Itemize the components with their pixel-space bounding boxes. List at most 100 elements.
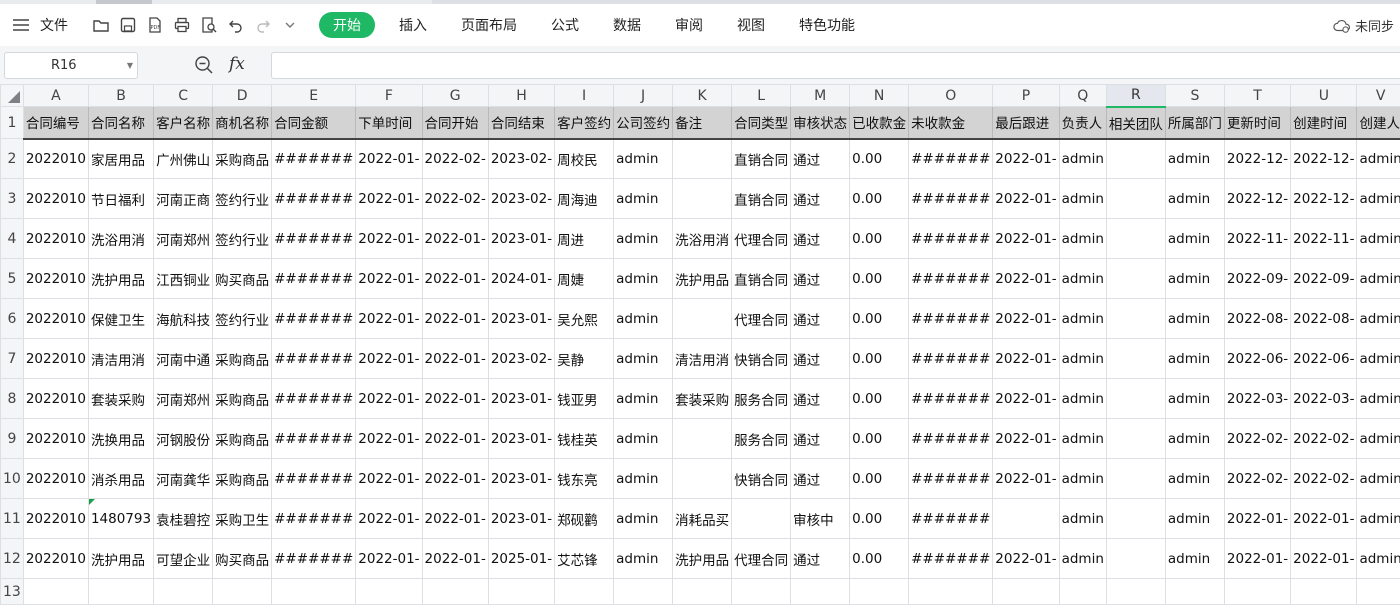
data-cell[interactable]: admin bbox=[613, 178, 674, 219]
data-cell[interactable]: 2022-03- bbox=[1290, 378, 1358, 419]
data-cell[interactable]: admin bbox=[1164, 338, 1225, 379]
data-cell[interactable]: 2022-01- bbox=[355, 138, 423, 179]
data-cell[interactable]: 艾芯锋 bbox=[554, 538, 615, 579]
tab-insert[interactable]: 插入 bbox=[399, 12, 427, 38]
data-cell[interactable]: 2022-01- bbox=[1223, 538, 1292, 579]
data-cell[interactable]: ####### bbox=[271, 138, 357, 179]
column-header-a[interactable]: A bbox=[22, 84, 89, 107]
data-cell[interactable]: admin bbox=[1356, 298, 1400, 339]
data-cell[interactable]: admin bbox=[613, 218, 674, 259]
row-header[interactable]: 13 bbox=[0, 578, 24, 605]
open-folder-icon[interactable] bbox=[90, 14, 112, 36]
column-header-p[interactable]: P bbox=[992, 84, 1060, 107]
print-preview-icon[interactable] bbox=[198, 14, 220, 36]
data-cell[interactable]: 通过 bbox=[790, 418, 851, 459]
data-cell[interactable]: admin bbox=[1356, 178, 1400, 219]
data-cell[interactable]: 周进 bbox=[554, 218, 615, 259]
header-cell[interactable]: 合同开始 bbox=[421, 106, 489, 140]
data-cell[interactable]: 2022-01- bbox=[355, 378, 423, 419]
data-cell[interactable]: 钱桂英 bbox=[554, 418, 615, 459]
data-cell[interactable]: 2022-01- bbox=[421, 538, 489, 579]
data-cell[interactable]: 2022010 bbox=[22, 458, 89, 499]
undo-icon[interactable] bbox=[225, 14, 247, 36]
data-cell[interactable]: 2022-01- bbox=[421, 218, 489, 259]
data-cell[interactable]: 快销合同 bbox=[731, 338, 792, 379]
header-cell[interactable]: 合同结束 bbox=[487, 106, 556, 140]
header-cell[interactable]: 下单时间 bbox=[355, 106, 423, 140]
row-header[interactable]: 3 bbox=[0, 178, 24, 219]
data-cell[interactable]: 2022-01- bbox=[992, 538, 1060, 579]
data-cell[interactable]: admin bbox=[1356, 538, 1400, 579]
data-cell[interactable]: 清洁用消 bbox=[87, 338, 155, 379]
data-cell[interactable]: 2022-01- bbox=[992, 178, 1060, 219]
hamburger-menu-icon[interactable] bbox=[10, 14, 32, 36]
data-cell[interactable]: 节日福利 bbox=[87, 178, 155, 219]
data-cell[interactable]: 2022010 bbox=[22, 378, 89, 419]
data-cell[interactable]: admin bbox=[613, 458, 674, 499]
data-cell[interactable]: 0.00 bbox=[849, 178, 910, 219]
header-cell[interactable]: 备注 bbox=[672, 106, 733, 140]
column-header-f[interactable]: F bbox=[355, 84, 423, 107]
data-cell[interactable]: 清洁用消 bbox=[672, 338, 733, 379]
data-cell[interactable]: 2023-01- bbox=[487, 458, 556, 499]
row-header[interactable]: 6 bbox=[0, 298, 24, 339]
data-cell[interactable]: 2022-02- bbox=[421, 178, 489, 219]
row-header[interactable]: 4 bbox=[0, 218, 24, 259]
data-cell[interactable]: 2022-01- bbox=[421, 258, 489, 299]
data-cell[interactable]: 洗浴用消 bbox=[672, 218, 733, 259]
file-menu[interactable]: 文件 bbox=[40, 15, 68, 35]
data-cell[interactable]: ####### bbox=[908, 298, 994, 339]
data-cell[interactable]: 2023-01- bbox=[487, 218, 556, 259]
data-cell[interactable]: ####### bbox=[271, 178, 357, 219]
data-cell[interactable]: ####### bbox=[908, 378, 994, 419]
data-cell[interactable] bbox=[1105, 458, 1166, 499]
data-cell[interactable] bbox=[1105, 378, 1166, 419]
data-cell[interactable] bbox=[1105, 338, 1166, 379]
data-cell[interactable]: 审核中 bbox=[790, 498, 851, 539]
data-cell[interactable]: 2022010 bbox=[22, 178, 89, 219]
data-cell[interactable] bbox=[355, 578, 423, 605]
data-cell[interactable]: 2022-01- bbox=[421, 458, 489, 499]
column-header-v[interactable]: V bbox=[1356, 84, 1400, 107]
data-cell[interactable]: 洗护用品 bbox=[672, 538, 733, 579]
data-cell[interactable]: 洗换用品 bbox=[87, 418, 155, 459]
data-cell[interactable]: ####### bbox=[908, 338, 994, 379]
data-cell[interactable] bbox=[790, 578, 851, 605]
data-cell[interactable] bbox=[1105, 418, 1166, 459]
data-cell[interactable]: admin bbox=[1058, 258, 1107, 299]
data-cell[interactable]: 直销合同 bbox=[731, 138, 792, 179]
data-cell[interactable]: 0.00 bbox=[849, 538, 910, 579]
data-cell[interactable]: admin bbox=[1356, 498, 1400, 539]
data-cell[interactable]: ####### bbox=[271, 458, 357, 499]
data-cell[interactable]: 2022-01- bbox=[992, 378, 1060, 419]
row-header[interactable]: 10 bbox=[0, 458, 24, 499]
data-cell[interactable]: 袁桂碧控 bbox=[153, 498, 214, 539]
data-cell[interactable]: 周海迪 bbox=[554, 178, 615, 219]
data-cell[interactable]: 0.00 bbox=[849, 418, 910, 459]
data-cell[interactable]: 2022-01- bbox=[355, 418, 423, 459]
data-cell[interactable]: admin bbox=[1058, 338, 1107, 379]
data-cell[interactable]: 采购商品 bbox=[212, 138, 273, 179]
data-cell[interactable] bbox=[1105, 218, 1166, 259]
data-cell[interactable]: admin bbox=[1164, 138, 1225, 179]
data-cell[interactable]: 通过 bbox=[790, 338, 851, 379]
header-cell[interactable]: 合同编号 bbox=[22, 106, 89, 140]
data-cell[interactable]: 2022-01- bbox=[992, 298, 1060, 339]
tab-page-layout[interactable]: 页面布局 bbox=[461, 12, 517, 38]
data-cell[interactable]: admin bbox=[1356, 338, 1400, 379]
data-cell[interactable]: ####### bbox=[908, 258, 994, 299]
zoom-out-icon[interactable] bbox=[194, 55, 214, 75]
data-cell[interactable]: 消杀用品 bbox=[87, 458, 155, 499]
data-cell[interactable]: 2022-12- bbox=[1290, 138, 1358, 179]
data-cell[interactable]: admin bbox=[613, 298, 674, 339]
header-cell[interactable]: 负责人 bbox=[1058, 106, 1107, 140]
data-cell[interactable]: 2022-06- bbox=[1223, 338, 1292, 379]
data-cell[interactable]: 2022-12- bbox=[1223, 138, 1292, 179]
row-header[interactable]: 5 bbox=[0, 258, 24, 299]
data-cell[interactable]: 2022-01- bbox=[355, 498, 423, 539]
header-cell[interactable]: 最后跟进 bbox=[992, 106, 1060, 140]
data-cell[interactable]: admin bbox=[1164, 258, 1225, 299]
data-cell[interactable]: 2022-11- bbox=[1223, 218, 1292, 259]
header-cell[interactable]: 创建时间 bbox=[1290, 106, 1358, 140]
data-cell[interactable]: 2023-02- bbox=[487, 178, 556, 219]
